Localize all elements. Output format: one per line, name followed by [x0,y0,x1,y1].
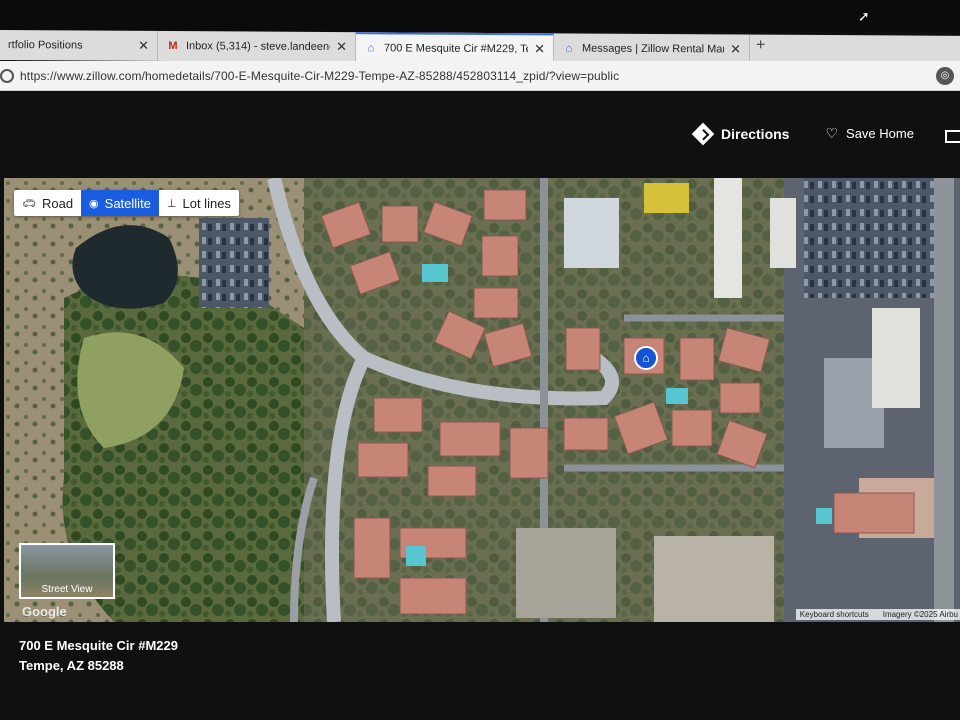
street-view-thumbnail[interactable]: Street View [19,543,115,599]
extension-icon[interactable]: ◎ [936,67,954,85]
lot-lines-icon: ⊥ [166,197,177,210]
street-view-label: Street View [41,584,93,595]
tab-inbox[interactable]: M Inbox (5,314) - steve.landeene@g ✕ [158,30,356,63]
map-attribution: Keyboard shortcuts Imagery ©2025 Airbu [795,609,960,620]
zillow-page: Directions ♡ Save Home 🚗︎ Road ◉ Satelli… [0,92,960,720]
close-icon[interactable]: ✕ [528,41,545,57]
car-icon: 🚗︎ [22,197,36,210]
mouse-cursor-icon: ➚ [858,8,870,24]
url-text[interactable]: https://www.zillow.com/homedetails/700-E… [20,69,619,83]
header-actions: Directions ♡ Save Home [691,122,950,145]
new-tab-button[interactable]: + [756,37,765,55]
bezel [0,0,960,32]
satellite-imagery [4,178,960,622]
road-button[interactable]: 🚗︎ Road [14,190,81,216]
directions-button[interactable]: Directions [691,122,790,145]
save-home-button[interactable]: ♡ Save Home [825,125,913,142]
keyboard-shortcuts-link[interactable]: Keyboard shortcuts [800,610,869,619]
satellite-map[interactable]: 🚗︎ Road ◉ Satellite ⊥ Lot lines ⌂ Street… [4,178,960,622]
tab-label: Inbox (5,314) - steve.landeene@g [186,40,331,54]
close-icon[interactable]: ✕ [132,38,149,54]
lot-lines-label: Lot lines [182,195,231,211]
map-type-toggle: 🚗︎ Road ◉ Satellite ⊥ Lot lines [14,190,239,216]
heart-icon: ♡ [825,125,839,141]
close-icon[interactable]: ✕ [330,39,347,55]
google-logo: Google [22,604,67,619]
eye-icon: ◉ [89,197,99,210]
directions-label: Directions [721,125,790,142]
home-icon[interactable]: ⌂ [634,346,658,370]
address-line-2: Tempe, AZ 85288 [19,658,124,673]
tab-portfolio-positions[interactable]: rtfolio Positions ✕ [0,30,158,61]
satellite-label: Satellite [104,195,151,211]
site-info-icon[interactable] [0,68,14,83]
gmail-icon: M [168,40,178,53]
zillow-icon: ⌂ [565,42,573,55]
address-line-1: 700 E Mesquite Cir #M229 [19,638,178,653]
address-bar[interactable]: https://www.zillow.com/homedetails/700-E… [0,61,960,91]
satellite-button[interactable]: ◉ Satellite [81,190,159,216]
tab-label: 700 E Mesquite Cir #M229, Tempe [384,42,529,56]
tab-label: rtfolio Positions [8,39,83,52]
zillow-icon: ⌂ [367,42,375,55]
imagery-credit: Imagery ©2025 Airbu [882,610,958,619]
directions-icon [691,122,715,145]
tab-zillow-listing[interactable]: ⌂ 700 E Mesquite Cir #M229, Tempe ✕ [356,32,554,64]
share-email-icon[interactable] [945,130,960,143]
close-icon[interactable]: ✕ [724,41,741,57]
monitor-screen: rtfolio Positions ✕ M Inbox (5,314) - st… [0,0,960,720]
save-home-label: Save Home [846,126,914,141]
tab-label: Messages | Zillow Rental Manage [582,42,725,56]
listing-address: 700 E Mesquite Cir #M229 Tempe, AZ 85288 [19,636,178,676]
road-label: Road [41,195,74,211]
tab-zillow-messages[interactable]: ⌂ Messages | Zillow Rental Manage ✕ [554,33,750,65]
lot-lines-button[interactable]: ⊥ Lot lines [159,190,239,216]
